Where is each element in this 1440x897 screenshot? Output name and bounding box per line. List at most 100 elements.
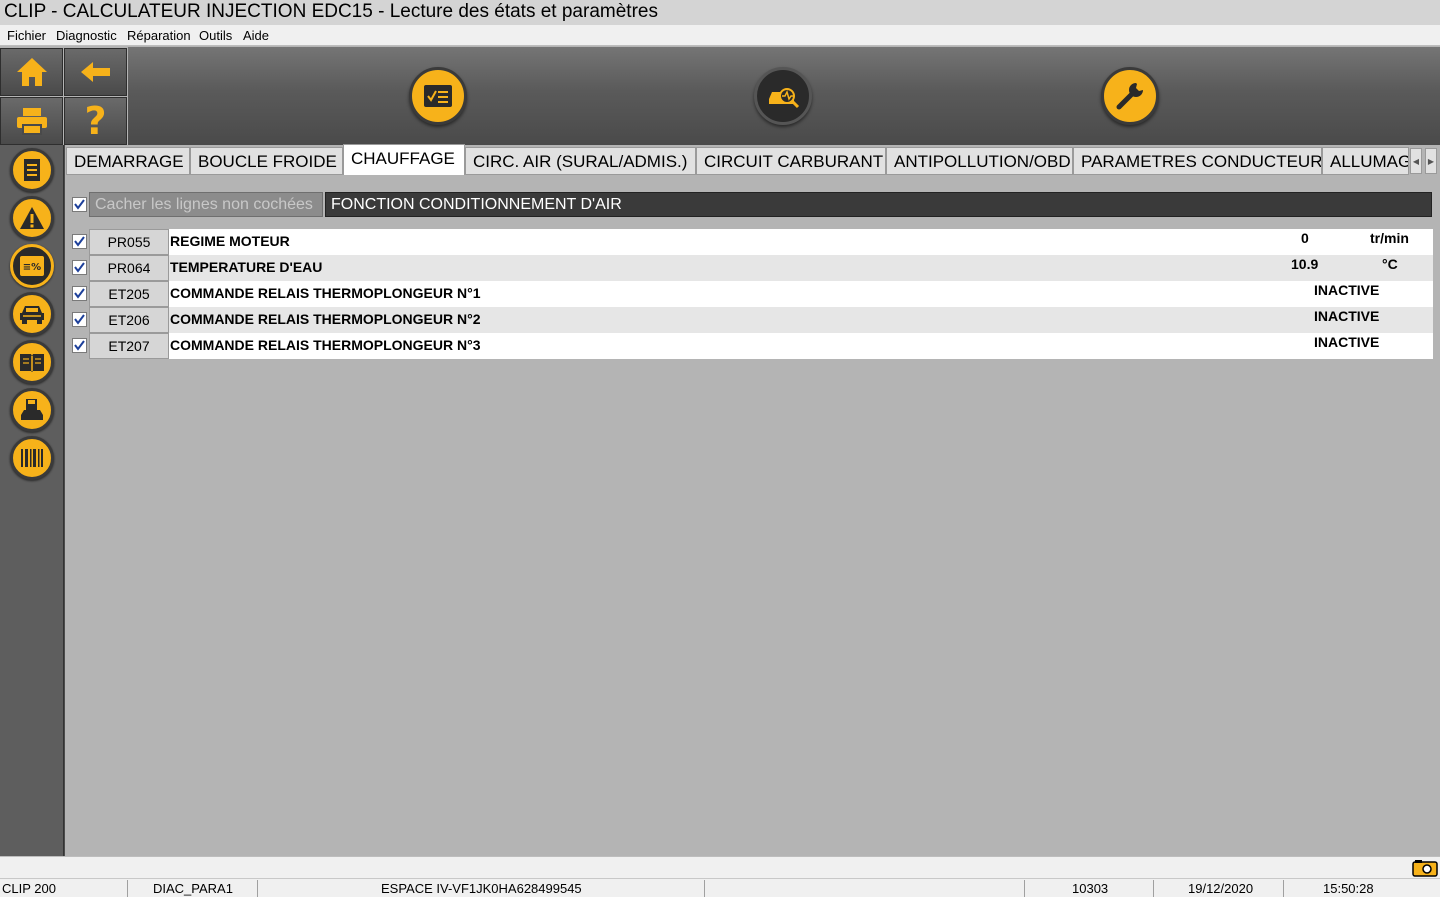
menu-outils[interactable]: Outils: [199, 28, 232, 43]
status-divider: [127, 880, 128, 897]
car-save-icon: [21, 399, 43, 420]
tab-circ-air[interactable]: CIRC. AIR (SURAL/ADMIS.): [465, 147, 696, 175]
status-divider: [1153, 880, 1154, 897]
sidebar-barcode-button[interactable]: [10, 436, 54, 480]
window-titlebar: CLIP - CALCULATEUR INJECTION EDC15 - Lec…: [0, 0, 1440, 25]
row-checkbox[interactable]: [72, 234, 87, 249]
left-sidebar: ≡%: [0, 145, 64, 856]
status-date: 19/12/2020: [1188, 881, 1254, 896]
row-code[interactable]: ET205: [89, 281, 169, 307]
table-row: ET205 COMMANDE RELAIS THERMOPLONGEUR N°1…: [66, 281, 1433, 307]
menu-diagnostic[interactable]: Diagnostic: [56, 28, 117, 43]
row-code[interactable]: PR055: [89, 229, 169, 255]
print-button[interactable]: [0, 97, 63, 145]
row-code[interactable]: ET207: [89, 333, 169, 359]
status-device: CLIP 200: [2, 881, 56, 896]
vehicle-diagnostic-button[interactable]: [754, 67, 812, 125]
tab-scroll-right-button[interactable]: ▶: [1425, 148, 1437, 174]
status-module: DIAC_PARA1: [153, 881, 233, 896]
back-arrow-icon: [80, 62, 110, 82]
row-label: COMMANDE RELAIS THERMOPLONGEUR N°3: [170, 337, 481, 353]
status-vehicle: ESPACE IV-VF1JK0HA628499545: [381, 881, 582, 896]
sidebar-car-save-button[interactable]: [10, 388, 54, 432]
row-label: COMMANDE RELAIS THERMOPLONGEUR N°2: [170, 311, 481, 327]
row-code[interactable]: PR064: [89, 255, 169, 281]
table-row: PR064 TEMPERATURE D'EAU 10.9 °C: [66, 255, 1433, 281]
printer-icon: [16, 108, 47, 135]
tab-allumage[interactable]: ALLUMAG: [1322, 147, 1409, 175]
manual-book-icon: [20, 354, 44, 372]
document-icon: [24, 159, 40, 181]
hide-unchecked-button[interactable]: Cacher les lignes non cochées: [89, 192, 323, 217]
row-value: INACTIVE: [1314, 308, 1380, 324]
status-divider: [1024, 880, 1025, 897]
table-row: PR055 REGIME MOTEUR 0 tr/min: [66, 229, 1433, 255]
checklist-icon: [424, 85, 452, 107]
back-button[interactable]: [64, 48, 127, 96]
status-time: 15:50:28: [1323, 881, 1374, 896]
camera-icon[interactable]: [1412, 859, 1438, 877]
parameters-icon: ≡%: [20, 256, 44, 276]
row-code[interactable]: ET206: [89, 307, 169, 333]
row-label: REGIME MOTEUR: [170, 233, 290, 249]
row-checkbox[interactable]: [72, 312, 87, 327]
table-row: ET207 COMMANDE RELAIS THERMOPLONGEUR N°3…: [66, 333, 1433, 359]
checkmark-icon: [74, 262, 85, 273]
main-toolbar: [128, 47, 1440, 145]
menu-reparation[interactable]: Réparation: [127, 28, 191, 43]
home-icon: [16, 58, 47, 86]
sidebar-manual-button[interactable]: [10, 340, 54, 384]
checkmark-icon: [74, 288, 85, 299]
repair-button[interactable]: [1101, 67, 1159, 125]
status-code: 10303: [1072, 881, 1109, 896]
checklist-button[interactable]: [409, 67, 467, 125]
row-label: TEMPERATURE D'EAU: [170, 259, 323, 275]
row-value: INACTIVE: [1314, 334, 1380, 350]
tab-chauffage[interactable]: CHAUFFAGE: [343, 144, 465, 175]
filter-checkbox[interactable]: [72, 197, 87, 212]
menu-aide[interactable]: Aide: [243, 28, 269, 43]
svg-text:≡%: ≡%: [23, 262, 41, 273]
sidebar-document-button[interactable]: [10, 148, 54, 192]
row-label: COMMANDE RELAIS THERMOPLONGEUR N°1: [170, 285, 481, 301]
row-value: 10.9: [1291, 256, 1319, 272]
status-divider: [257, 880, 258, 897]
barcode-icon: [21, 449, 43, 467]
row-value: 0: [1301, 230, 1309, 246]
tab-scroll-left-button[interactable]: ◀: [1410, 148, 1422, 174]
tab-boucle-froide[interactable]: BOUCLE FROIDE: [190, 147, 343, 175]
tab-circuit-carburant[interactable]: CIRCUIT CARBURANT: [696, 147, 886, 175]
menu-bar: Fichier Diagnostic Réparation Outils Aid…: [0, 25, 1440, 46]
table-row: ET206 COMMANDE RELAIS THERMOPLONGEUR N°2…: [66, 307, 1433, 333]
checkmark-icon: [74, 314, 85, 325]
sidebar-parameters-button[interactable]: ≡%: [10, 244, 54, 288]
sidebar-warning-button[interactable]: [10, 196, 54, 240]
wrench-icon: [1116, 83, 1143, 110]
tab-parametres-conducteur[interactable]: PARAMETRES CONDUCTEUR: [1073, 147, 1322, 175]
warning-icon: [20, 207, 44, 229]
vehicle-icon: [20, 306, 44, 324]
window-title: CLIP - CALCULATEUR INJECTION EDC15 - Lec…: [4, 1, 658, 22]
tab-strip: DEMARRAGE BOUCLE FROIDE CHAUFFAGE CIRC. …: [66, 144, 1440, 175]
checkmark-icon: [74, 340, 85, 351]
help-icon: ?: [84, 99, 107, 143]
tab-antipollution-obd[interactable]: ANTIPOLLUTION/OBD: [886, 147, 1073, 175]
row-unit: tr/min: [1370, 230, 1409, 246]
group-header: FONCTION CONDITIONNEMENT D'AIR: [325, 192, 1432, 217]
capture-bar: [0, 856, 1440, 878]
checkmark-icon: [74, 236, 85, 247]
tab-demarrage[interactable]: DEMARRAGE: [66, 147, 190, 175]
status-divider: [704, 880, 705, 897]
help-button[interactable]: ?: [64, 97, 127, 145]
row-unit: °C: [1382, 256, 1398, 272]
car-diagnostic-icon: [769, 88, 800, 109]
home-button[interactable]: [0, 48, 63, 96]
menu-fichier[interactable]: Fichier: [7, 28, 46, 43]
status-bar: CLIP 200 DIAC_PARA1 ESPACE IV-VF1JK0HA62…: [0, 878, 1440, 897]
row-band: [169, 255, 1433, 281]
sidebar-vehicle-button[interactable]: [10, 292, 54, 336]
row-checkbox[interactable]: [72, 260, 87, 275]
status-divider: [1283, 880, 1284, 897]
row-checkbox[interactable]: [72, 286, 87, 301]
row-checkbox[interactable]: [72, 338, 87, 353]
